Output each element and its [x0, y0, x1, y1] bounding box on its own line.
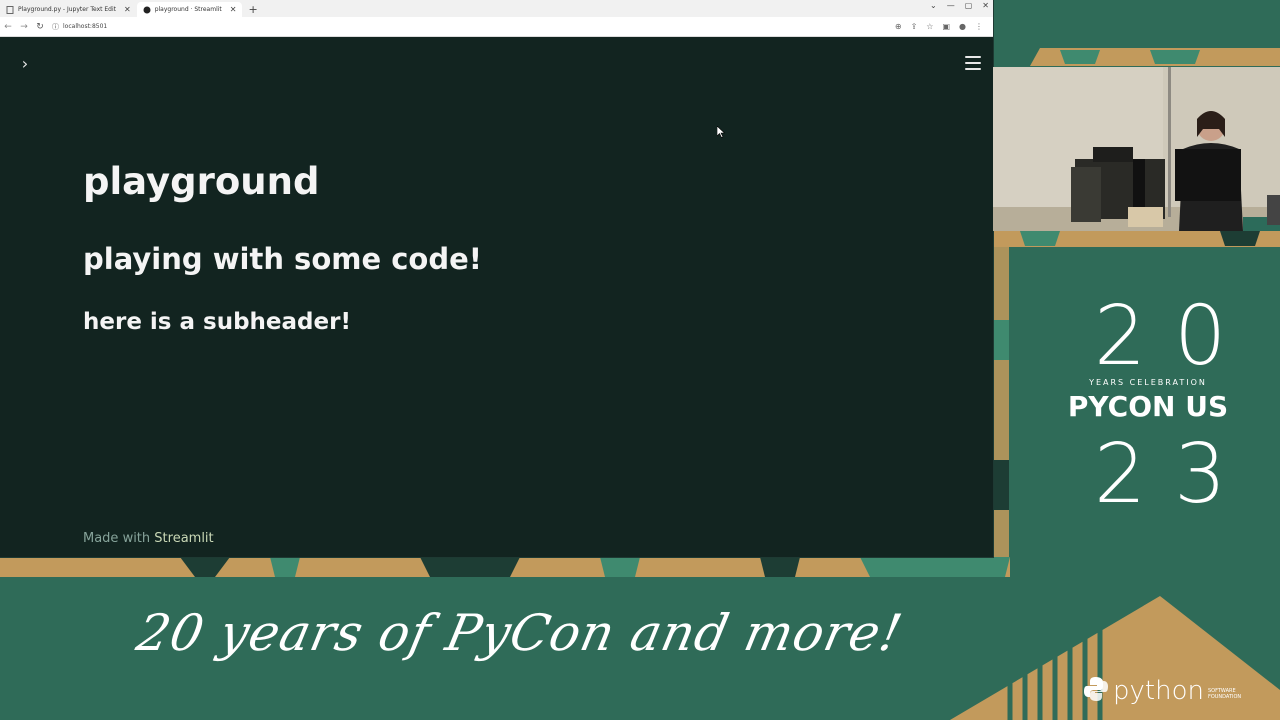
file-icon — [6, 5, 14, 14]
new-tab-button[interactable]: + — [242, 2, 263, 17]
pycon-us-logo: PYCON US — [1067, 390, 1229, 423]
tab-label: playground · Streamlit — [154, 6, 222, 13]
tab-streamlit[interactable]: playground · Streamlit ✕ — [136, 2, 243, 17]
address-bar: ← → ↻ ⓘ localhost:8501 ⊕ ⇪ ☆ ▣ ● ⋮ — [0, 17, 993, 37]
year-bottom: 23 — [1094, 427, 1255, 522]
url-input[interactable]: ⓘ localhost:8501 — [52, 20, 107, 34]
share-icon[interactable]: ⇪ — [911, 22, 918, 31]
psf-logo: python SOFTWARE FOUNDATION — [1083, 676, 1241, 706]
page-title: playground — [83, 160, 320, 203]
python-logo-icon — [1083, 676, 1109, 706]
chevron-down-icon[interactable]: ⌄ — [930, 1, 937, 10]
menu-icon[interactable]: ⋮ — [975, 22, 983, 31]
close-window-icon[interactable]: ✕ — [982, 1, 989, 10]
page-header: playing with some code! — [83, 242, 482, 276]
window-controls: ⌄ — ▢ ✕ — [930, 1, 989, 10]
tab-strip: Playground.py - Jupyter Text Edit ✕ play… — [0, 0, 993, 17]
year-top: 20 — [1094, 289, 1255, 384]
zoom-icon[interactable]: ⊕ — [895, 22, 902, 31]
footer: Made with Streamlit — [83, 531, 214, 546]
close-icon[interactable]: ✕ — [124, 5, 131, 14]
tab-jupyter[interactable]: Playground.py - Jupyter Text Edit ✕ — [0, 2, 137, 17]
star-icon[interactable]: ☆ — [926, 22, 933, 31]
streamlit-app: › playground playing with some code! her… — [0, 38, 993, 557]
toolbar-icons: ⊕ ⇪ ☆ ▣ ● ⋮ — [895, 22, 993, 31]
sidebar-icon[interactable]: ▣ — [942, 22, 950, 31]
psf-wordmark: python — [1113, 676, 1204, 706]
banner-tagline: 20 years of PyCon and more! — [131, 604, 908, 662]
close-icon[interactable]: ✕ — [230, 5, 237, 14]
tab-label: Playground.py - Jupyter Text Edit — [18, 6, 116, 13]
years-celebration-label: YEARS CELEBRATION — [1089, 378, 1207, 387]
footer-prefix: Made with — [83, 531, 155, 546]
back-icon[interactable]: ← — [0, 22, 16, 32]
browser-window: Playground.py - Jupyter Text Edit ✕ play… — [0, 0, 993, 557]
url-text: localhost:8501 — [63, 23, 108, 30]
chevron-right-icon[interactable]: › — [17, 54, 33, 74]
profile-icon[interactable]: ● — [959, 22, 966, 31]
mouse-cursor-icon — [717, 126, 725, 138]
psf-sub-label: SOFTWARE FOUNDATION — [1207, 688, 1242, 700]
maximize-icon[interactable]: ▢ — [965, 1, 973, 10]
speaker-video — [993, 67, 1280, 231]
minimize-icon[interactable]: — — [947, 1, 955, 10]
reload-icon[interactable]: ↻ — [32, 22, 48, 32]
info-icon: ⓘ — [52, 22, 59, 31]
forward-icon[interactable]: → — [16, 22, 32, 32]
page-subheader: here is a subheader! — [83, 309, 351, 335]
hamburger-menu-icon[interactable] — [965, 56, 981, 70]
streamlit-icon — [143, 6, 151, 14]
streamlit-link[interactable]: Streamlit — [154, 531, 213, 546]
